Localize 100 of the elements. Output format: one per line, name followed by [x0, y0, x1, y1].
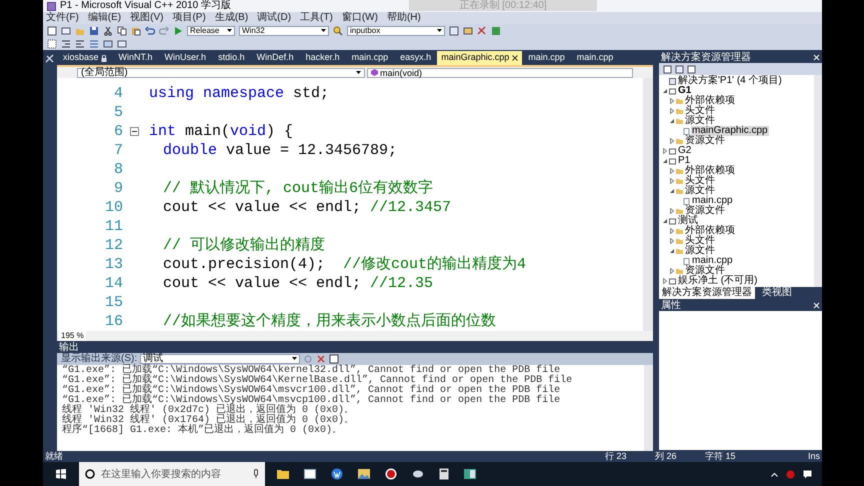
document-tab[interactable]: WinDef.h	[250, 51, 300, 65]
collapsed-arrow-icon[interactable]	[668, 268, 674, 274]
document-tab[interactable]: WinUser.h	[158, 51, 212, 65]
tree-item[interactable]: 资源文件	[684, 136, 726, 146]
tree-item[interactable]: 资源文件	[684, 206, 726, 216]
collapsed-arrow-icon[interactable]	[668, 178, 674, 184]
tree-item[interactable]: 头文件	[684, 176, 716, 186]
menu-item[interactable]: 窗口(W)	[342, 12, 378, 24]
folder-icon	[676, 208, 683, 214]
tree-item[interactable]: 外部依赖项	[684, 166, 736, 176]
vertical-scrollbar[interactable]	[643, 78, 653, 331]
document-tab[interactable]: main.cpp	[522, 51, 571, 65]
file-icon	[683, 258, 690, 264]
tree-item[interactable]: main.cpp	[691, 256, 734, 266]
tree-item[interactable]: 资源文件	[684, 266, 726, 276]
caret-up-icon[interactable]	[771, 472, 778, 476]
document-tab[interactable]: stdio.h	[212, 51, 251, 65]
collapsed-arrow-icon[interactable]	[662, 278, 668, 284]
expanded-arrow-icon[interactable]	[662, 158, 668, 164]
expanded-arrow-icon[interactable]	[668, 118, 674, 124]
microphone-icon[interactable]	[253, 469, 259, 479]
windows-start-icon[interactable]	[56, 469, 66, 479]
cut-icon[interactable]	[103, 26, 113, 36]
expanded-arrow-icon[interactable]	[662, 218, 668, 224]
menu-item[interactable]: 工具(T)	[300, 12, 333, 24]
collapsed-arrow-icon[interactable]	[668, 228, 674, 234]
menu-item[interactable]: 视图(V)	[130, 12, 164, 24]
document-tab[interactable]: hacker.h	[300, 51, 346, 65]
tree-item[interactable]: P1	[677, 156, 692, 166]
line-number: 6	[112, 122, 124, 141]
line-number: 10	[104, 198, 124, 217]
tree-item[interactable]: 娱乐净土 (不可用)	[677, 276, 758, 286]
globe-icon[interactable]	[331, 468, 343, 480]
folder-icon[interactable]	[277, 469, 289, 479]
tree-item[interactable]: G2	[677, 146, 692, 156]
document-tab[interactable]: easyx.h	[394, 51, 438, 65]
close-icon[interactable]	[512, 55, 518, 61]
project-icon	[669, 278, 676, 284]
code-line: using namespace std;	[148, 84, 330, 103]
collapsed-arrow-icon[interactable]	[668, 108, 674, 114]
tree-item[interactable]: 源文件	[684, 246, 716, 256]
collapsed-arrow-icon[interactable]	[668, 98, 674, 104]
status-line: 行 23	[605, 451, 628, 462]
outdent-icon[interactable]	[75, 38, 85, 48]
record-icon[interactable]	[385, 468, 397, 480]
vertical-scrollbar[interactable]	[644, 365, 653, 451]
menu-item[interactable]: 编辑(E)	[88, 12, 122, 24]
vertical-scrollbar[interactable]	[814, 75, 822, 287]
search-field[interactable]: 在这里输入你要搜索的内容	[79, 462, 265, 486]
panel-tab[interactable]: 解决方案资源管理器	[659, 287, 755, 299]
undo-icon[interactable]	[145, 26, 155, 36]
collapsed-arrow-icon[interactable]	[668, 238, 674, 244]
save-icon[interactable]	[89, 26, 99, 36]
menu-item[interactable]: 项目(P)	[172, 12, 206, 24]
document-tab[interactable]: main.cpp	[570, 51, 620, 65]
tree-item[interactable]: G1	[677, 86, 692, 96]
tree-item[interactable]: 外部依赖项	[684, 96, 736, 106]
document-tab[interactable]: xiosbase	[57, 51, 113, 65]
notification-icon[interactable]	[803, 470, 812, 478]
copy-icon[interactable]	[117, 26, 127, 36]
configuration-dropdown[interactable]: Release	[187, 26, 235, 36]
document-tab[interactable]: mainGraphic.cpp	[437, 51, 522, 65]
platform-dropdown[interactable]: Win32	[239, 26, 329, 36]
menu-item[interactable]: 帮助(H)	[386, 12, 421, 24]
tree-item[interactable]: 源文件	[684, 116, 716, 126]
member-dropdown[interactable]: main(void)	[367, 68, 633, 78]
tree-item[interactable]: 测试	[677, 216, 699, 226]
find-icon[interactable]	[333, 26, 343, 36]
collapsed-arrow-icon[interactable]	[668, 168, 674, 174]
scope-dropdown[interactable]: (全局范围)	[77, 68, 365, 78]
tree-item[interactable]: 外部依赖项	[684, 226, 736, 236]
output-source-dropdown[interactable]: 调试	[140, 354, 300, 364]
indent-icon[interactable]	[61, 38, 71, 48]
dropdown-arrow-icon	[292, 357, 298, 361]
expanded-arrow-icon[interactable]	[668, 248, 674, 254]
method-icon	[371, 69, 378, 76]
project-icon	[669, 88, 676, 94]
document-tab[interactable]: WinNT.h	[112, 51, 159, 65]
calculator-icon[interactable]	[439, 468, 449, 480]
zoom-level[interactable]: 195 %	[59, 331, 86, 341]
expanded-arrow-icon[interactable]	[662, 88, 668, 94]
project-icon	[669, 218, 676, 224]
tree-item[interactable]: 头文件	[684, 106, 716, 116]
collapse-icon[interactable]	[130, 127, 138, 136]
menu-item[interactable]: 调试(D)	[257, 12, 292, 24]
document-tab[interactable]: main.cpp	[346, 51, 394, 65]
collapsed-arrow-icon[interactable]	[668, 138, 674, 144]
panel-tab[interactable]: 类视图	[759, 287, 795, 299]
find-dropdown[interactable]: inputbox	[347, 26, 445, 36]
code-line: double value = 12.3456789;	[162, 141, 398, 160]
menu-item[interactable]: 文件(F)	[46, 12, 79, 24]
collapsed-arrow-icon[interactable]	[668, 208, 674, 214]
menu-item[interactable]: 生成(B)	[214, 12, 248, 24]
tree-item[interactable]: main.cpp	[691, 196, 734, 206]
paste-icon[interactable]	[131, 26, 141, 36]
tree-item[interactable]: 源文件	[684, 186, 716, 196]
tree-item[interactable]: 头文件	[684, 236, 716, 246]
expanded-arrow-icon[interactable]	[668, 188, 674, 194]
collapsed-arrow-icon[interactable]	[662, 148, 668, 154]
tree-item[interactable]: mainGraphic.cpp	[691, 126, 769, 136]
